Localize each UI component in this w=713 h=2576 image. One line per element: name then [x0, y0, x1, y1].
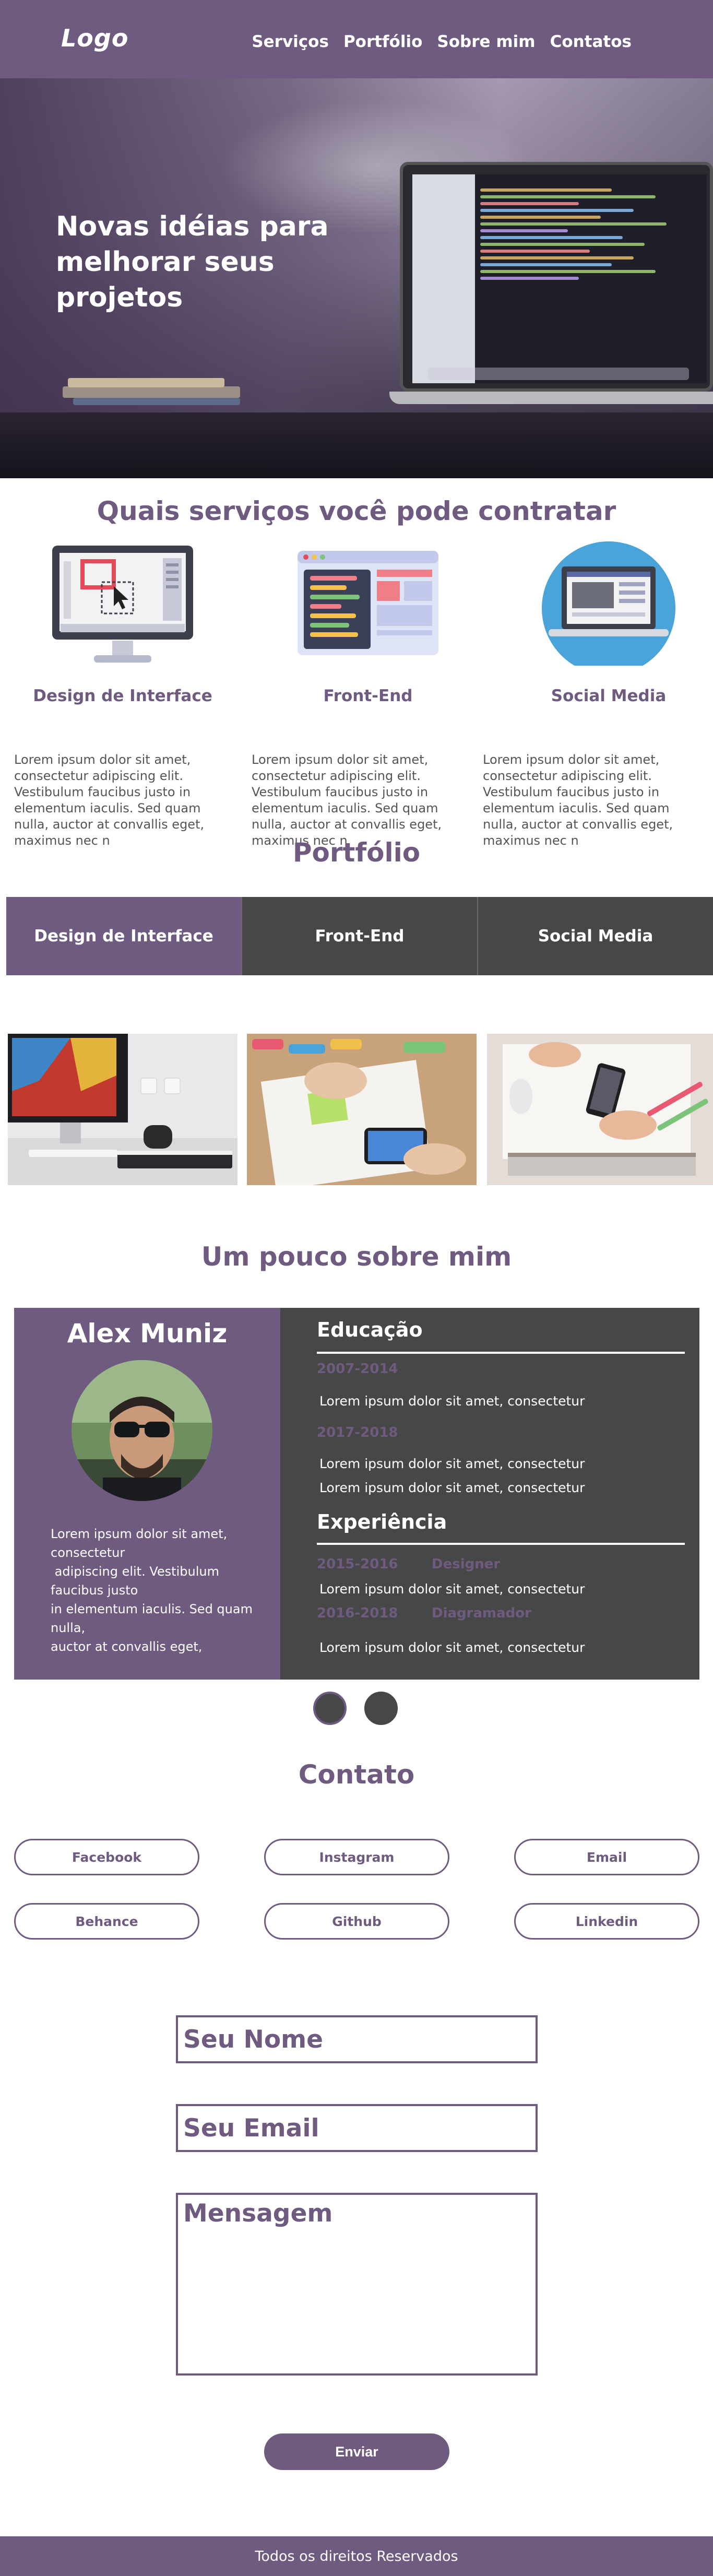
bio-line: adipiscing elit. Vestibulum	[51, 1564, 219, 1579]
portfolio-image-sketching[interactable]	[247, 1034, 477, 1185]
email-field	[176, 2104, 538, 2152]
service-front-end: Front-End	[269, 540, 467, 705]
education-heading: Educação	[317, 1318, 423, 1341]
instagram-button[interactable]: Instagram	[264, 1839, 449, 1875]
profile-bio: Lorem ipsum dolor sit amet, consectetur …	[51, 1525, 270, 1656]
linkedin-button[interactable]: Linkedin	[514, 1903, 699, 1940]
service-design-de-interface: Design de Interface	[23, 540, 222, 705]
experience-role: Designer	[432, 1556, 501, 1572]
contact-title: Contato	[298, 1759, 415, 1790]
hero-books-image	[63, 371, 240, 407]
bio-line: Lorem ipsum dolor sit amet,	[51, 1527, 228, 1541]
experience-year: 2016-2018	[317, 1605, 398, 1621]
tab-front-end[interactable]: Front-End	[241, 897, 477, 975]
about-card: Alex Muniz Lorem ipsum dolor sit amet, c…	[14, 1308, 699, 1680]
experience-role: Diagramador	[432, 1605, 531, 1621]
carousel-dot-2[interactable]	[364, 1692, 398, 1725]
divider	[317, 1352, 685, 1354]
facebook-button[interactable]: Facebook	[14, 1839, 199, 1875]
send-button[interactable]: Enviar	[264, 2433, 449, 2470]
portfolio-tabs: Design de Interface Front-End Social Med…	[6, 897, 713, 975]
education-text: Lorem ipsum dolor sit amet, consectetur	[319, 1456, 585, 1471]
service-social-media: Social Media	[509, 540, 708, 705]
experience-text: Lorem ipsum dolor sit amet, consectetur	[319, 1581, 585, 1597]
divider	[317, 1543, 685, 1545]
education-text: Lorem ipsum dolor sit amet, consectetur	[319, 1393, 585, 1409]
portfolio-title: Portfólio	[292, 837, 421, 868]
github-button[interactable]: Github	[264, 1903, 449, 1940]
nav-link-contatos[interactable]: Contatos	[550, 32, 632, 51]
message-textarea[interactable]	[178, 2195, 536, 2373]
bio-line: faucibus justo	[51, 1583, 138, 1598]
experience-year: 2015-2016	[317, 1556, 398, 1572]
education-year: 2017-2018	[317, 1425, 398, 1440]
experience-heading: Experiência	[317, 1510, 447, 1533]
nav-link-sobre-mim[interactable]: Sobre mim	[437, 32, 535, 51]
bio-line: auctor at convallis eget,	[51, 1639, 203, 1654]
hero-banner: Novas idéias para melhorar seus projetos	[0, 78, 713, 478]
services-title: Quais serviços você pode contratar	[97, 496, 616, 526]
behance-button[interactable]: Behance	[14, 1903, 199, 1940]
about-profile-panel: Alex Muniz Lorem ipsum dolor sit amet, c…	[14, 1308, 280, 1680]
email-button[interactable]: Email	[514, 1839, 699, 1875]
main-nav: Serviços Portfólio Sobre mim Contatos	[252, 32, 632, 51]
hero-title-line-1: Novas idéias para	[56, 211, 329, 242]
browser-code-icon	[298, 540, 438, 666]
service-description-1: Lorem ipsum dolor sit amet, consectetur …	[14, 752, 205, 848]
service-description-3: Lorem ipsum dolor sit amet, consectetur …	[483, 752, 673, 848]
nav-link-portfolio[interactable]: Portfólio	[343, 32, 422, 51]
bio-line: consectetur	[51, 1545, 125, 1560]
avatar	[72, 1360, 212, 1501]
portfolio-image-planning[interactable]	[487, 1034, 713, 1185]
about-title: Um pouco sobre mim	[201, 1242, 512, 1272]
tab-design-de-interface[interactable]: Design de Interface	[6, 897, 241, 975]
about-resume-panel: Educação 2007-2014 Lorem ipsum dolor sit…	[280, 1308, 699, 1680]
nav-link-servicos[interactable]: Serviços	[252, 32, 329, 51]
bio-line: nulla,	[51, 1621, 86, 1635]
footer-text: Todos os direitos Reservados	[255, 2548, 458, 2565]
hero-title-line-2: melhorar seus projetos	[56, 246, 275, 313]
profile-name: Alex Muniz	[67, 1318, 228, 1349]
hero-desk	[0, 412, 713, 478]
message-field	[176, 2193, 538, 2376]
email-input[interactable]	[178, 2106, 536, 2150]
service-description-2: Lorem ipsum dolor sit amet, consectetur …	[252, 752, 442, 848]
education-year: 2007-2014	[317, 1361, 398, 1377]
education-text: Lorem ipsum dolor sit amet, consectetur	[319, 1480, 585, 1495]
hero-laptop-image	[389, 162, 713, 407]
tab-social-media[interactable]: Social Media	[477, 897, 713, 975]
bio-line: in elementum iaculis. Sed quam	[51, 1602, 253, 1616]
site-header: Logo Serviços Portfólio Sobre mim Contat…	[0, 0, 713, 78]
site-footer: Todos os direitos Reservados	[0, 2536, 713, 2576]
hero-title: Novas idéias para melhorar seus projetos	[56, 209, 390, 315]
monitor-design-icon	[52, 540, 193, 666]
carousel-dot-1[interactable]	[313, 1692, 347, 1725]
experience-text: Lorem ipsum dolor sit amet, consectetur	[319, 1640, 585, 1655]
service-title: Social Media	[551, 687, 667, 705]
logo[interactable]: Logo	[61, 24, 128, 52]
name-input[interactable]	[178, 2017, 536, 2061]
carousel-dots	[313, 1692, 398, 1725]
service-title: Front-End	[323, 687, 413, 705]
service-title: Design de Interface	[33, 687, 212, 705]
portfolio-image-desk[interactable]	[8, 1034, 237, 1185]
name-field	[176, 2015, 538, 2063]
laptop-social-icon	[538, 540, 679, 675]
